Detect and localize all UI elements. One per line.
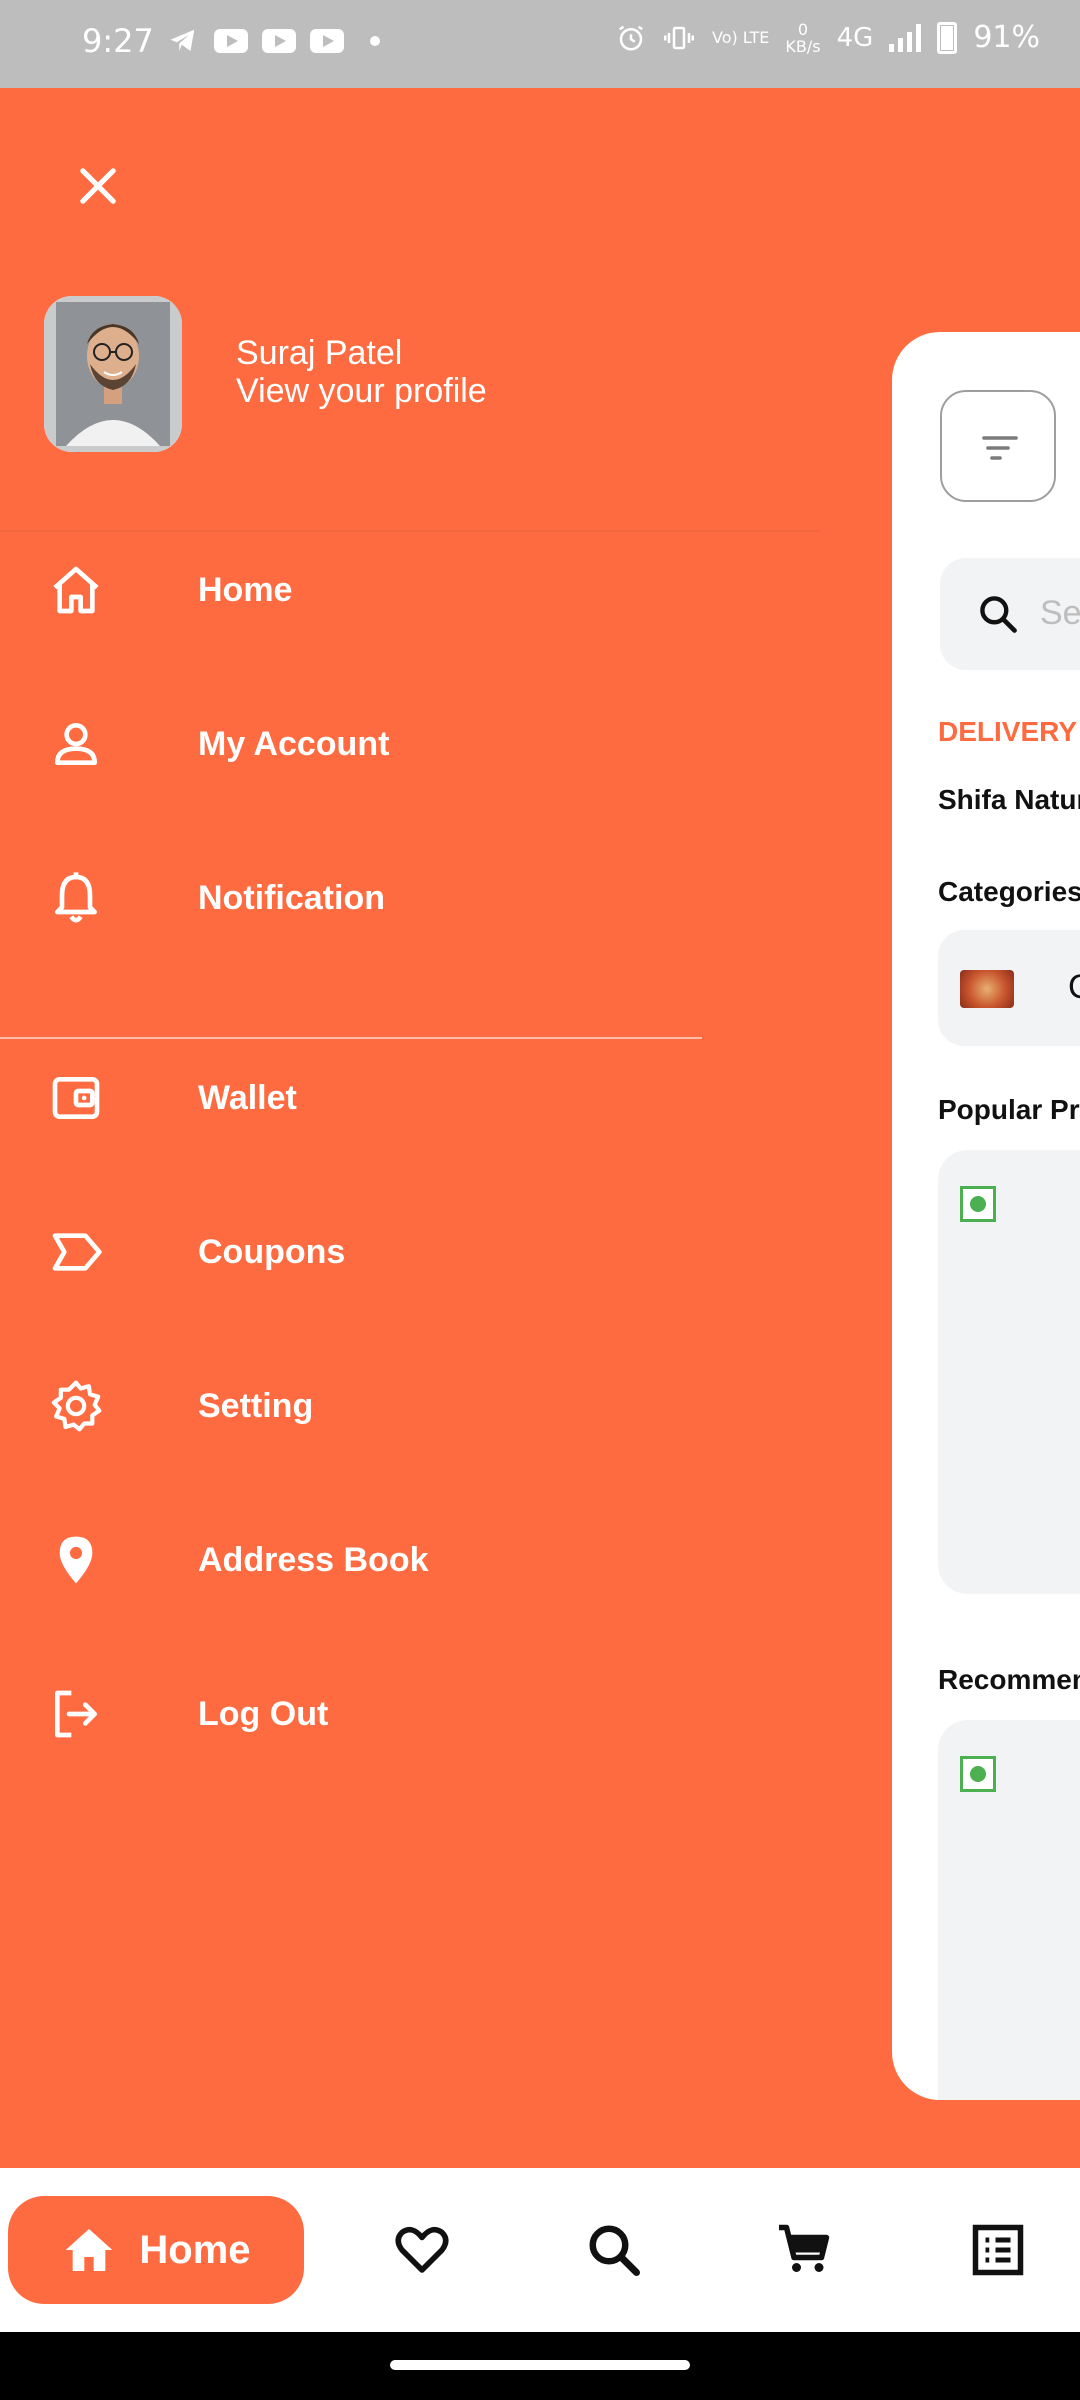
menu-item-home[interactable]: Home: [0, 540, 760, 640]
heart-icon[interactable]: [392, 2220, 452, 2280]
vibrate-icon: [663, 26, 694, 49]
cart-icon[interactable]: [774, 2220, 834, 2280]
status-bar: 9:27 Vo) LTE 0 KB/s 4G 91%: [0, 0, 1080, 88]
avatar[interactable]: [44, 296, 182, 452]
telegram-icon: [170, 29, 195, 51]
wallet-icon: [52, 1077, 100, 1119]
search-icon: [980, 596, 1017, 633]
popular-products-title: Popular Pro: [938, 1094, 1080, 1125]
menu-item-setting[interactable]: Setting: [0, 1356, 760, 1456]
menu-item-label: Coupons: [198, 1232, 346, 1271]
menu-item-log-out[interactable]: Log Out: [0, 1664, 760, 1764]
menu-item-label: My Account: [198, 724, 390, 763]
delivery-address[interactable]: Shifa Nature: [938, 784, 1080, 816]
divider: [0, 1037, 702, 1039]
search-icon[interactable]: [584, 2220, 644, 2280]
system-icons: Vo) LTE 0 KB/s 4G 91%: [616, 20, 1040, 55]
sort-icon: [982, 436, 1018, 460]
bottom-navigation: Home: [0, 2168, 1080, 2332]
category-name: C: [1068, 968, 1080, 1007]
youtube-icon: [310, 29, 344, 53]
delivery-label: DELIVERY T: [938, 716, 1080, 747]
pizza-image: [960, 970, 1014, 1008]
user-icon: [55, 723, 97, 765]
view-profile-link[interactable]: View your profile: [236, 372, 487, 411]
product-card[interactable]: [938, 1720, 1080, 2100]
data-rate: 0 KB/s: [785, 21, 820, 55]
system-gesture-bar: [0, 2332, 1080, 2400]
battery-percent: 91%: [973, 20, 1040, 55]
recommended-title: Recommen: [938, 1664, 1080, 1695]
menu-item-address-book[interactable]: Address Book: [0, 1510, 760, 1610]
search-bar[interactable]: [940, 558, 1080, 670]
menu-item-label: Home: [198, 570, 293, 609]
menu-item-label: Setting: [198, 1386, 314, 1425]
main-screen-preview[interactable]: DELIVERY T Shifa Nature Categories C Pop…: [892, 332, 1080, 2100]
home-icon: [53, 566, 99, 614]
menu-item-notification[interactable]: Notification: [0, 848, 760, 948]
nav-home-label: Home: [139, 2227, 251, 2272]
menu-item-label: Notification: [198, 878, 385, 917]
data-rate-unit: KB/s: [785, 36, 821, 56]
location-pin-icon: [59, 1536, 93, 1584]
menu-item-my-account[interactable]: My Account: [0, 694, 760, 794]
user-name[interactable]: Suraj Patel: [236, 334, 402, 373]
network-type: 4G: [836, 22, 874, 53]
home-icon: [66, 2229, 113, 2271]
alarm-icon: [619, 25, 643, 50]
category-card[interactable]: C: [938, 930, 1080, 1046]
youtube-icon: [214, 29, 248, 53]
veg-indicator-icon: [960, 1756, 996, 1792]
signal-icon: [889, 23, 922, 52]
product-card[interactable]: [938, 1150, 1080, 1594]
menu-item-label: Address Book: [198, 1540, 429, 1579]
battery-icon: [937, 21, 958, 54]
categories-title: Categories: [938, 876, 1080, 907]
home-indicator[interactable]: [390, 2360, 690, 2370]
menu-item-wallet[interactable]: Wallet: [0, 1048, 760, 1148]
coupon-tag-icon: [52, 1233, 102, 1271]
menu-item-label: Log Out: [198, 1694, 329, 1733]
notification-icons: [166, 26, 380, 56]
close-icon[interactable]: [72, 160, 124, 212]
youtube-icon: [262, 29, 296, 53]
veg-indicator-icon: [960, 1186, 996, 1222]
status-time: 9:27: [82, 22, 154, 60]
navigation-drawer: Suraj Patel View your profile Home My Ac…: [0, 88, 1080, 2168]
menu-item-coupons[interactable]: Coupons: [0, 1202, 760, 1302]
nav-home-button[interactable]: Home: [8, 2196, 304, 2304]
volte-indicator: Vo) LTE: [711, 28, 770, 47]
menu-item-label: Wallet: [198, 1078, 297, 1117]
orders-list-icon[interactable]: [968, 2220, 1028, 2280]
divider: [0, 530, 820, 532]
search-input[interactable]: [1040, 588, 1080, 638]
logout-icon: [55, 1690, 97, 1738]
gear-icon: [51, 1380, 102, 1432]
filter-button[interactable]: [940, 390, 1056, 502]
bell-icon: [55, 872, 97, 923]
more-notifications-dot: [370, 36, 380, 46]
